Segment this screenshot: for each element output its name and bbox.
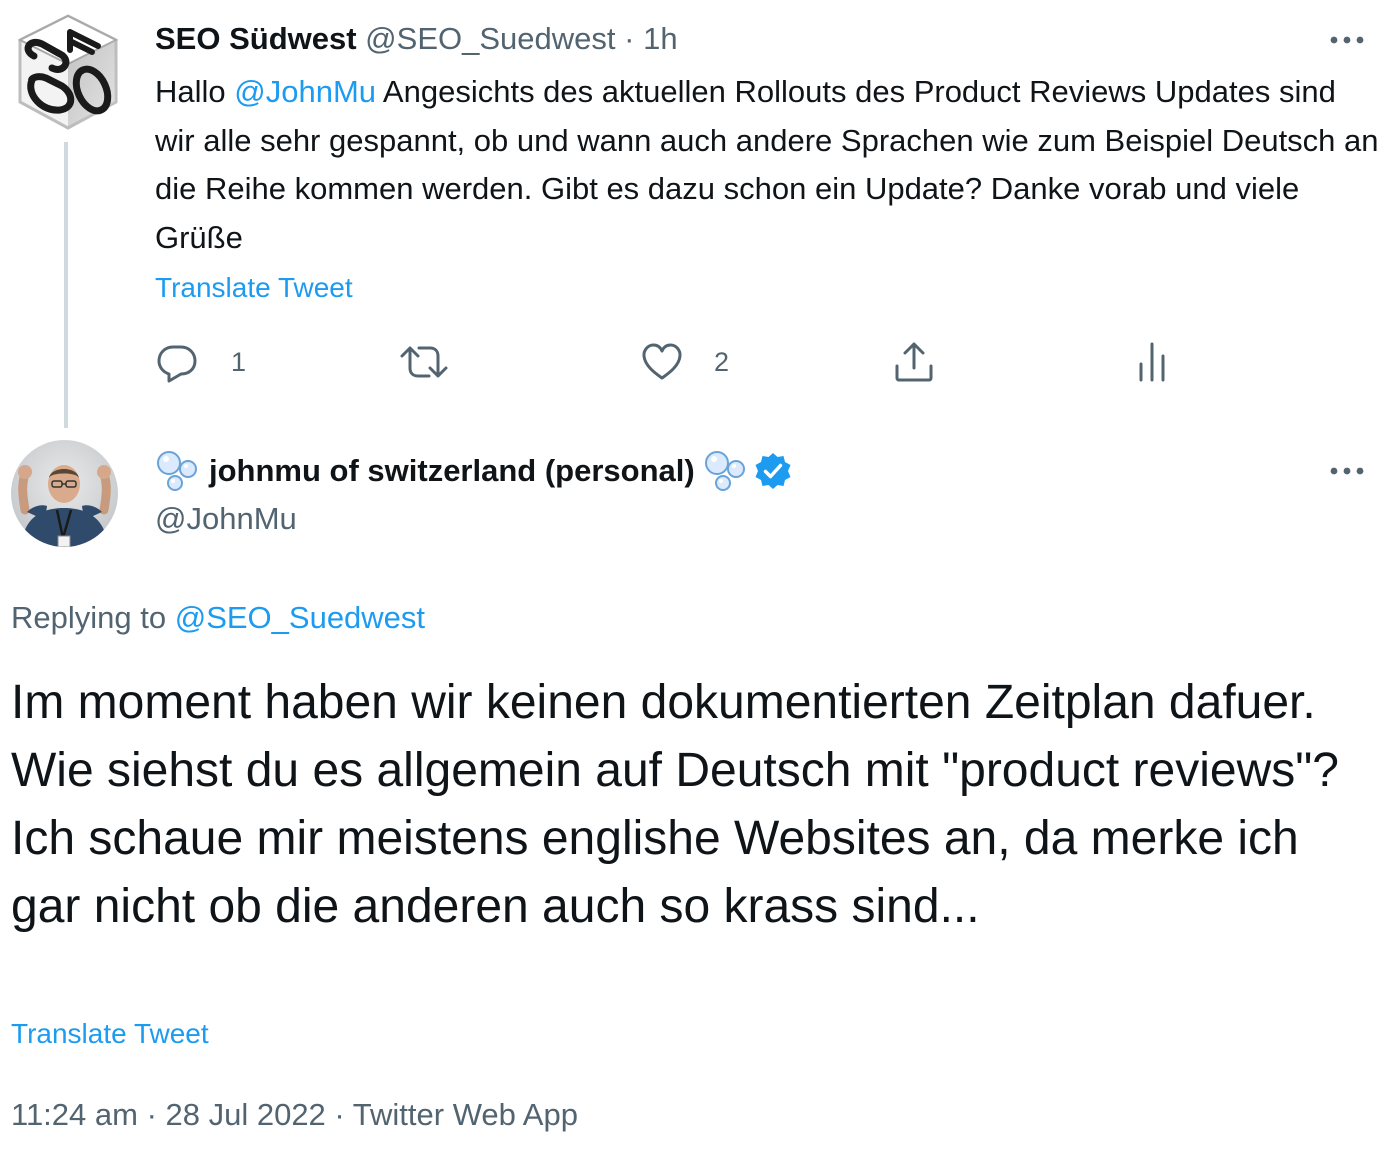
replying-to-link[interactable]: @SEO_Suedwest (175, 600, 425, 635)
mention-link[interactable]: @JohnMu (234, 74, 376, 109)
main-author-handle[interactable]: @JohnMu (155, 498, 297, 540)
replying-prefix: Replying to (11, 600, 175, 635)
more-horizontal-icon (1330, 467, 1364, 475)
main-more-button[interactable] (1322, 453, 1372, 489)
retweet-icon (400, 346, 448, 378)
parent-more-button[interactable] (1322, 22, 1372, 58)
share-button[interactable] (890, 336, 938, 388)
soap-bubbles-emoji (157, 451, 197, 491)
reply-icon (157, 345, 197, 383)
johnmu-avatar[interactable] (11, 440, 118, 547)
parent-tweet-time[interactable]: 1h (643, 21, 677, 56)
analytics-icon (1139, 342, 1165, 382)
analytics-button[interactable] (1133, 336, 1173, 388)
more-horizontal-icon (1330, 36, 1364, 44)
main-author-name[interactable]: johnmu of switzerland (personal) (209, 453, 695, 489)
soap-bubbles-emoji (704, 451, 745, 491)
verified-badge-icon[interactable] (753, 451, 793, 491)
seo-logo-icon (17, 14, 119, 130)
main-tweet-text: Im moment haben wir keinen dokumentierte… (11, 676, 1339, 933)
parent-author-handle[interactable]: @SEO_Suedwest (365, 21, 615, 56)
parent-translate-link[interactable]: Translate Tweet (155, 268, 353, 308)
thread-connector-line (64, 142, 68, 428)
like-count: 2 (714, 346, 730, 377)
replying-to-line: Replying to @SEO_Suedwest (11, 596, 425, 640)
reply-count: 1 (231, 346, 247, 377)
retweet-button[interactable] (398, 336, 450, 388)
reply-button[interactable]: 1 (153, 336, 246, 388)
tweet-timestamp[interactable]: 11:24 am · 28 Jul 2022 · Twitter Web App (11, 1093, 578, 1137)
seo-suedwest-avatar[interactable] (12, 10, 124, 132)
heart-icon (642, 343, 682, 380)
parent-tweet-header: SEO Südwest @SEO_Suedwest · 1h (155, 18, 678, 60)
parent-tweet-text: Hallo @JohnMu Angesichts des aktuellen R… (155, 68, 1380, 262)
profile-photo (11, 440, 118, 547)
parent-text-greeting: Hallo (155, 74, 235, 109)
main-translate-link[interactable]: Translate Tweet (11, 1014, 209, 1054)
like-button[interactable]: 2 (640, 336, 729, 388)
header-separator: · (624, 21, 635, 56)
share-icon (895, 342, 933, 382)
main-tweet-name-row[interactable]: johnmu of switzerland (personal) (155, 448, 793, 494)
parent-author-name[interactable]: SEO Südwest (155, 21, 357, 56)
